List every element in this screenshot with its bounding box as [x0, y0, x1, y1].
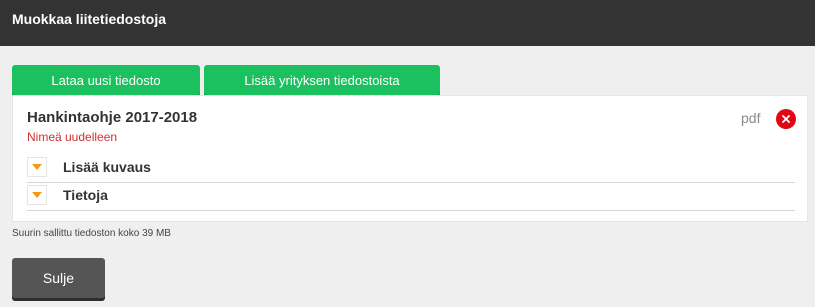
close-button[interactable]: Sulje [12, 258, 105, 298]
remove-file-button[interactable] [776, 109, 796, 129]
chevron-down-icon [32, 192, 42, 198]
expand-details-button[interactable] [27, 185, 47, 205]
file-name: Hankintaohje 2017-2018 [27, 109, 198, 126]
dialog-header: Muokkaa liitetiedostoja [0, 0, 815, 46]
max-file-size-note: Suurin sallittu tiedoston koko 39 MB [12, 228, 171, 239]
add-description-toggle[interactable]: Lisää kuvaus [27, 155, 795, 183]
rename-link[interactable]: Nimeä uudelleen [27, 130, 117, 144]
add-description-label: Lisää kuvaus [63, 159, 151, 175]
upload-new-file-button[interactable]: Lataa uusi tiedosto [12, 65, 200, 95]
dialog-title: Muokkaa liitetiedostoja [12, 11, 167, 27]
attachment-panel: Hankintaohje 2017-2018 Nimeä uudelleen p… [12, 95, 808, 222]
details-label: Tietoja [63, 187, 108, 203]
chevron-down-icon [32, 164, 42, 170]
add-from-company-files-button[interactable]: Lisää yrityksen tiedostoista [204, 65, 440, 95]
close-icon [782, 115, 790, 123]
details-toggle[interactable]: Tietoja [27, 183, 795, 211]
file-type-label: pdf [741, 110, 761, 126]
expand-description-button[interactable] [27, 157, 47, 177]
